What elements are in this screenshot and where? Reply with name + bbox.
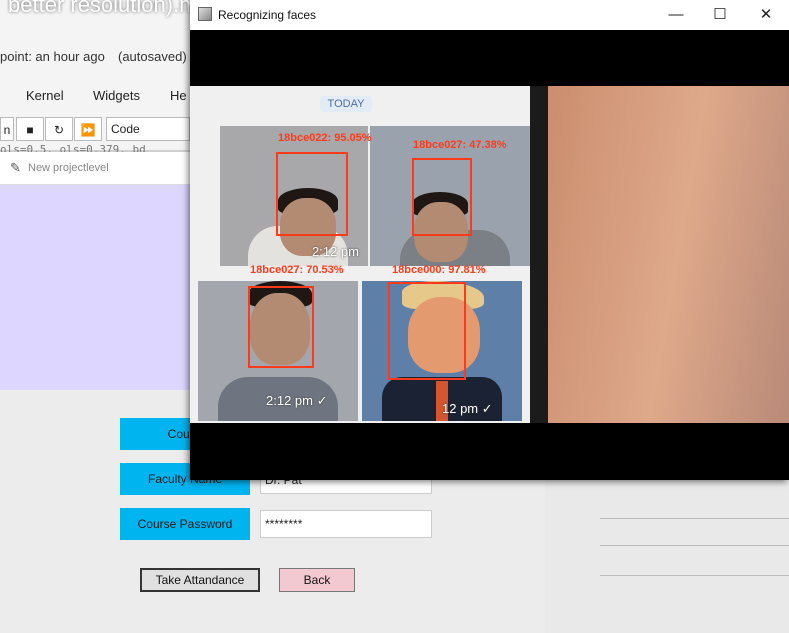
menu-widgets[interactable]: Widgets xyxy=(93,88,140,103)
take-attendance-button[interactable]: Take Attandance xyxy=(140,568,260,592)
face-box xyxy=(412,158,472,236)
detection-label: 18bce000: 97.81% xyxy=(392,264,486,276)
stop-icon[interactable]: ■ xyxy=(16,117,44,141)
photo-time: 2:12 pm ✓ xyxy=(266,393,328,408)
cell-type-select[interactable]: Code xyxy=(106,117,190,141)
notebook-toolbar: n ■ ↻ ⏩ Code xyxy=(0,117,190,143)
divider xyxy=(600,575,789,576)
today-header: TODAY xyxy=(320,96,372,112)
camera-feed: TODAY 2:12 pm 2:12 pm ✓ 12 pm ✓ 18bce022… xyxy=(190,86,789,423)
detection-label: 18bce027: 70.53% xyxy=(250,264,344,276)
run-button[interactable]: n xyxy=(0,117,14,141)
autosaved-status: (autosaved) xyxy=(118,49,187,64)
window-icon xyxy=(198,7,212,21)
project-window xyxy=(0,152,190,390)
recognition-title: Recognizing faces xyxy=(218,8,317,22)
fast-forward-icon[interactable]: ⏩ xyxy=(74,117,102,141)
face-box xyxy=(388,282,466,380)
photo-time: 2:12 pm xyxy=(312,244,359,259)
face-box xyxy=(248,286,314,368)
face-box xyxy=(276,152,348,236)
menu-kernel[interactable]: Kernel xyxy=(26,88,64,103)
close-icon[interactable]: ✕ xyxy=(746,4,786,26)
detection-label: 18bce022: 95.05% xyxy=(278,132,372,144)
back-button[interactable]: Back xyxy=(279,568,355,592)
detection-label: 18bce027: 47.38% xyxy=(413,139,507,151)
checkpoint-status: point: an hour ago xyxy=(0,49,105,64)
divider xyxy=(600,545,789,546)
course-password-label: Course Password xyxy=(120,508,250,540)
phone-screen: TODAY 2:12 pm 2:12 pm ✓ 12 pm ✓ 18bce022… xyxy=(190,86,535,423)
menu-help[interactable]: He xyxy=(170,88,187,103)
feather-icon: ✎ xyxy=(10,160,21,175)
project-title: New projectlevel xyxy=(28,162,109,174)
background-wall xyxy=(535,86,789,423)
photo-time: 12 pm ✓ xyxy=(442,401,493,416)
restart-icon[interactable]: ↻ xyxy=(45,117,73,141)
minimize-icon[interactable]: — xyxy=(656,4,696,26)
divider xyxy=(600,518,789,519)
phone-edge xyxy=(530,86,548,423)
maximize-icon[interactable]: ☐ xyxy=(700,4,740,26)
course-password-input[interactable]: ******** xyxy=(260,510,432,538)
